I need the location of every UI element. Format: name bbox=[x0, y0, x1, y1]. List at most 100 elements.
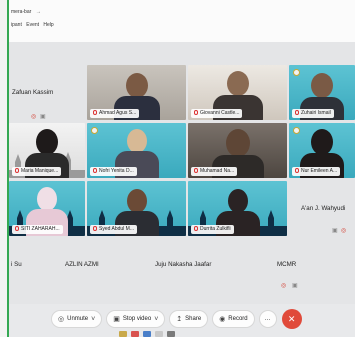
participant-tile[interactable]: A'an J. Wahyudi ▣ ◎ bbox=[289, 181, 355, 236]
participant-tile[interactable]: Ahmad Agus S... bbox=[87, 65, 186, 120]
menu-row-top: mera-bar → bbox=[11, 9, 44, 15]
participant-name: Syed Abdul M... bbox=[99, 226, 135, 232]
record-label: Record bbox=[228, 316, 248, 322]
logo-icon bbox=[293, 69, 300, 76]
menu-item-participant[interactable]: ipant bbox=[11, 22, 22, 28]
video-icon: ▣ bbox=[113, 316, 120, 323]
participant-tile[interactable]: Nofri Yenita D... bbox=[87, 123, 186, 178]
share-button[interactable]: ↥ Share bbox=[169, 310, 209, 328]
participant-name-tag: SITI ZAHARAH... bbox=[12, 225, 63, 234]
menu-item-mera-bar[interactable]: mera-bar bbox=[11, 9, 31, 15]
stop-video-button[interactable]: ▣ Stop video ˅ bbox=[106, 310, 166, 328]
record-button[interactable]: ◉ Record bbox=[212, 310, 255, 328]
participant-head bbox=[37, 187, 57, 211]
participant-name-tag: Syed Abdul M... bbox=[90, 225, 138, 234]
participant-tile[interactable]: SITI ZAHARAH... bbox=[9, 181, 85, 236]
mic-icon bbox=[93, 168, 97, 174]
mic-muted-icon: ◎ bbox=[281, 283, 287, 289]
participant-head bbox=[126, 189, 147, 213]
app-icon[interactable] bbox=[155, 331, 163, 337]
participant-head bbox=[36, 129, 58, 155]
participant-name[interactable]: MCMR bbox=[277, 261, 296, 268]
logo-icon bbox=[293, 127, 300, 134]
participant-name: A'an J. Wahyudi bbox=[301, 205, 346, 212]
control-buttons: ◎ Unmute ˅ ▣ Stop video ˅ ↥ Share ◉ Reco… bbox=[51, 309, 302, 329]
participant-tile[interactable]: Maria Manique... bbox=[9, 123, 85, 178]
mic-icon: ◎ bbox=[58, 316, 65, 323]
video-gallery: Zafuan Kassim ◎ ▣ Ahmad Agus S... Giovan… bbox=[9, 42, 355, 304]
taskbar-icons bbox=[119, 331, 175, 337]
participant-name: Nofri Yenita D... bbox=[99, 168, 134, 174]
unmute-button[interactable]: ◎ Unmute ˅ bbox=[51, 310, 103, 328]
stop-video-label: Stop video bbox=[122, 316, 152, 322]
participant-tile[interactable]: Zuhairi Ismail bbox=[289, 65, 355, 120]
mic-icon bbox=[93, 226, 97, 232]
menu-item-event[interactable]: Event bbox=[26, 22, 39, 28]
participant-head bbox=[311, 129, 333, 155]
app-icon[interactable] bbox=[131, 331, 139, 337]
mic-muted-icon: ◎ bbox=[31, 114, 37, 120]
video-off-icon: ▣ bbox=[40, 114, 46, 120]
participant-name: Ahmad Agus S... bbox=[99, 110, 137, 116]
leave-call-button[interactable]: ✕ bbox=[281, 309, 302, 329]
menu-row-sub: ipant Event Help bbox=[11, 22, 57, 28]
menu-item-arrow[interactable]: → bbox=[36, 9, 41, 15]
participant-tile[interactable]: Giovanni Castle... bbox=[188, 65, 287, 120]
mic-icon bbox=[93, 110, 97, 116]
participant-tile[interactable]: Nur Emileen A... bbox=[289, 123, 355, 178]
participant-name-tag: Muhamad Na... bbox=[191, 167, 238, 176]
participant-name-tag: Durrita Zulkifli bbox=[191, 225, 234, 234]
video-off-icon: ▣ bbox=[332, 228, 338, 234]
participant-name: Zafuan Kassim bbox=[12, 89, 54, 96]
app-icon[interactable] bbox=[167, 331, 175, 337]
participant-head bbox=[126, 129, 147, 153]
participant-tile[interactable]: Zafuan Kassim ◎ ▣ bbox=[9, 65, 85, 120]
participant-head bbox=[225, 129, 250, 157]
mic-icon bbox=[194, 226, 198, 232]
participant-name[interactable]: AZLIN AZMI bbox=[65, 261, 99, 268]
mic-icon bbox=[295, 110, 299, 116]
participant-name-tag: Nofri Yenita D... bbox=[90, 167, 137, 176]
logo-icon bbox=[91, 127, 98, 134]
chevron-down-icon[interactable]: ˅ bbox=[91, 316, 95, 323]
share-label: Share bbox=[185, 316, 202, 322]
close-icon: ✕ bbox=[287, 313, 296, 324]
video-off-icon: ▣ bbox=[292, 283, 298, 289]
participant-name[interactable]: i Su bbox=[11, 261, 22, 268]
participant-head bbox=[227, 189, 248, 213]
mic-muted-icon: ◎ bbox=[341, 228, 347, 234]
top-menu-bar: mera-bar → ipant Event Help bbox=[9, 0, 355, 42]
participant-name: Giovanni Castle... bbox=[200, 110, 240, 116]
mic-icon bbox=[194, 168, 198, 174]
participant-name: Maria Manique... bbox=[21, 168, 59, 174]
mic-icon bbox=[15, 168, 19, 174]
mic-icon bbox=[295, 168, 299, 174]
participant-name-tag: Zuhairi Ismail bbox=[292, 109, 334, 118]
app-icon[interactable] bbox=[119, 331, 127, 337]
app-icon[interactable] bbox=[143, 331, 151, 337]
participant-name: Muhamad Na... bbox=[200, 168, 235, 174]
share-icon: ↥ bbox=[176, 316, 183, 323]
chevron-down-icon[interactable]: ˅ bbox=[154, 316, 158, 323]
meeting-controls-bar: ◎ Unmute ˅ ▣ Stop video ˅ ↥ Share ◉ Reco… bbox=[9, 304, 355, 337]
participant-name: Zuhairi Ismail bbox=[301, 110, 331, 116]
participant-head bbox=[311, 73, 333, 98]
unmute-label: Unmute bbox=[67, 316, 89, 322]
participant-name-tag: Nur Emileen A... bbox=[292, 167, 341, 176]
window-edge bbox=[0, 0, 9, 337]
participant-tile[interactable]: Syed Abdul M... bbox=[87, 181, 186, 236]
mic-icon bbox=[194, 110, 198, 116]
participant-name-tag: Ahmad Agus S... bbox=[90, 109, 140, 118]
menu-item-help[interactable]: Help bbox=[43, 22, 53, 28]
participant-name[interactable]: Juju Nakasha Jaafar bbox=[155, 261, 211, 268]
participant-name-tag: Giovanni Castle... bbox=[191, 109, 243, 118]
participant-tile[interactable]: Muhamad Na... bbox=[188, 123, 287, 178]
participant-name-tag: Maria Manique... bbox=[12, 167, 62, 176]
participant-head bbox=[125, 73, 148, 98]
mic-icon bbox=[15, 226, 19, 232]
record-icon: ◉ bbox=[219, 316, 226, 323]
more-options-button[interactable]: … bbox=[258, 310, 277, 328]
participant-name: SITI ZAHARAH... bbox=[21, 226, 60, 232]
participant-name: Durrita Zulkifli bbox=[200, 226, 231, 232]
participant-tile[interactable]: Durrita Zulkifli bbox=[188, 181, 287, 236]
